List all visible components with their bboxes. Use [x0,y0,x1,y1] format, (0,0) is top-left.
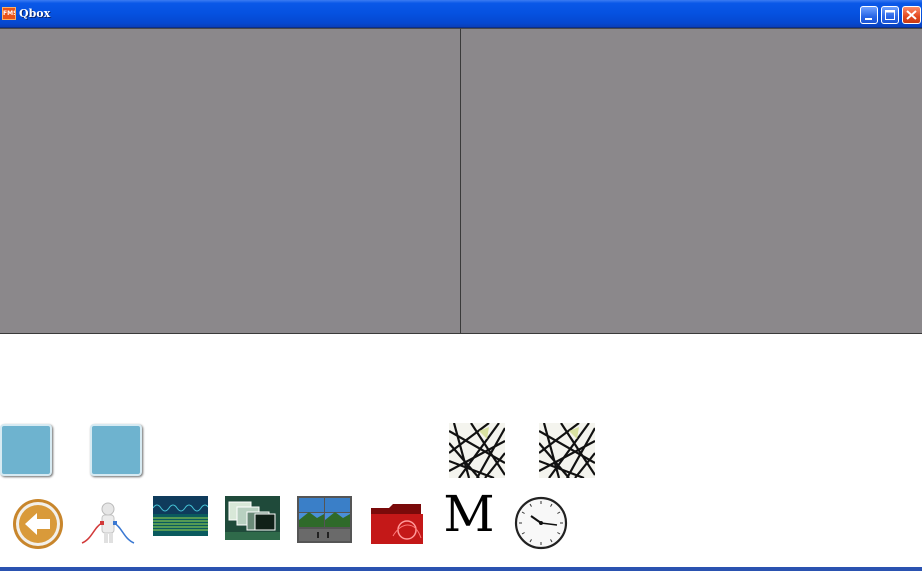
left-video-panel[interactable] [0,28,461,334]
close-button[interactable] [902,6,921,24]
m-letter-icon[interactable]: M [441,489,497,539]
maximize-button[interactable] [881,6,899,24]
waveform-icon[interactable] [153,496,208,536]
stacked-windows-icon[interactable] [225,496,280,540]
network-cable-icon[interactable] [80,499,136,547]
minimize-button[interactable] [860,6,878,24]
minimize-icon [865,18,872,20]
mesh-icon-2[interactable] [539,423,595,478]
close-icon [906,10,917,20]
video-wall-icon[interactable] [297,496,352,543]
right-video-panel[interactable] [461,28,922,334]
square-button-2[interactable] [90,424,142,476]
title-bar[interactable]: FMS Qbox [0,0,922,28]
red-folder-icon[interactable] [369,500,425,546]
app-icon: FMS [2,7,16,20]
window-title: Qbox [19,7,51,20]
maximize-icon [885,10,895,20]
clock-icon[interactable] [514,496,569,550]
back-arrow-icon[interactable] [11,497,65,551]
bottom-border [0,567,922,571]
square-button-1[interactable] [0,424,52,476]
mesh-icon-1[interactable] [449,423,505,478]
